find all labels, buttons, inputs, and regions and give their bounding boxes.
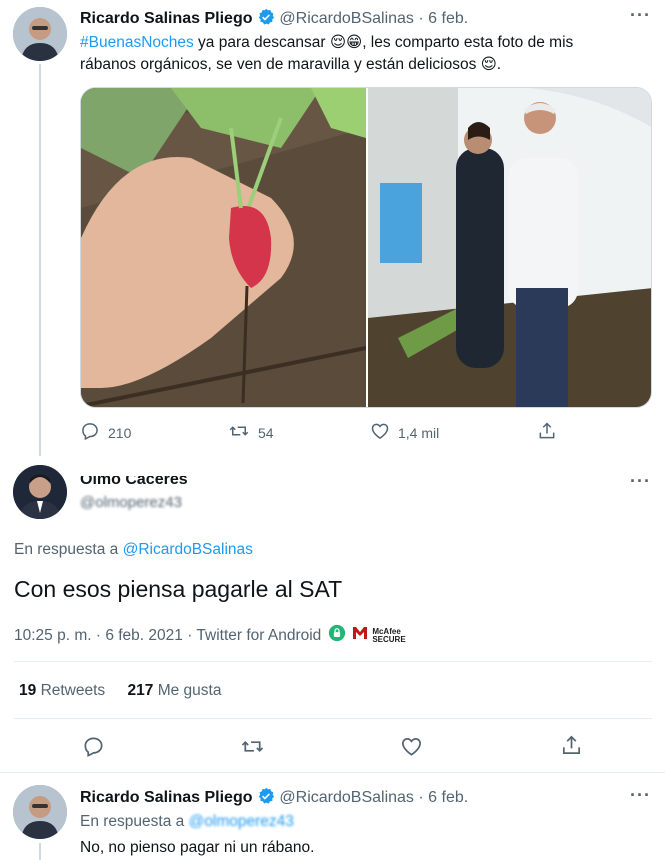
reply-prefix: En respuesta a	[14, 541, 123, 558]
mcafee-secure: SECURE	[372, 634, 406, 644]
engagement-stats: 19 Retweets 217 Me gusta	[19, 682, 221, 700]
mcafee-badge: McAfee SECURE	[372, 627, 406, 644]
reply-icon[interactable]	[82, 735, 105, 763]
retweets-stat[interactable]: 19 Retweets	[19, 682, 110, 699]
more-icon[interactable]: ···	[630, 5, 651, 26]
likes-stat[interactable]: 217 Me gusta	[128, 682, 222, 699]
tweet-text: No, no pienso pagar ni un rábano.	[80, 839, 315, 856]
divider	[14, 718, 652, 719]
tweet-text: Con esos piensa pagarle al SAT	[14, 576, 343, 602]
share-icon	[537, 421, 557, 444]
verified-icon	[257, 787, 275, 810]
likes-label: Me gusta	[157, 682, 222, 699]
avatar[interactable]	[13, 7, 67, 61]
more-icon[interactable]: ···	[630, 471, 651, 492]
retweet-count: 54	[258, 424, 274, 441]
thread-line	[39, 64, 41, 456]
tweet-text-line: rábanos orgánicos, se ven de maravilla y…	[80, 56, 502, 73]
share-icon[interactable]	[560, 734, 583, 762]
retweets-label: Retweets	[40, 682, 106, 699]
more-icon[interactable]: ···	[630, 785, 651, 806]
greenhouse-photo[interactable]	[368, 88, 651, 407]
tweet-meta: 10:25 p. m. · 6 feb. 2021 · Twitter for …	[14, 624, 406, 647]
reply-context: En respuesta a @olmoperez43	[80, 813, 294, 831]
tweet-date[interactable]: · 6 feb.	[418, 789, 468, 806]
tweet-text-part: ya para descansar 😌😁, les comparto esta …	[193, 34, 574, 51]
thread-line	[39, 843, 41, 860]
author-name[interactable]: Ricardo Salinas Pliego	[80, 10, 253, 27]
reply-to-link[interactable]: @RicardoBSalinas	[123, 541, 253, 558]
tweet-date[interactable]: · 6 feb.	[418, 10, 468, 27]
reply-button[interactable]: 210	[80, 421, 131, 444]
like-icon	[370, 421, 390, 444]
divider	[0, 772, 665, 773]
reply-icon	[80, 421, 100, 444]
retweets-count: 19	[19, 682, 37, 699]
author-handle[interactable]: @RicardoBSalinas	[279, 789, 414, 806]
author-name[interactable]: Olmo Cáceres	[80, 476, 188, 489]
tweet-header: Ricardo Salinas Pliego @RicardoBSalinas …	[80, 787, 468, 810]
avatar[interactable]	[13, 785, 67, 839]
retweet-button[interactable]: 54	[228, 421, 274, 444]
hashtag-link[interactable]: #BuenasNoches	[80, 34, 194, 51]
author-handle[interactable]: @RicardoBSalinas	[279, 10, 414, 27]
share-button[interactable]	[537, 421, 557, 444]
reply-to-link[interactable]: @olmoperez43	[189, 813, 294, 830]
author-handle[interactable]: @olmoperez43	[80, 494, 182, 511]
mcafee-icon	[352, 625, 368, 646]
radish-photo[interactable]	[81, 88, 367, 407]
retweet-icon[interactable]	[240, 735, 265, 763]
likes-count: 217	[127, 682, 154, 699]
lock-icon	[328, 624, 346, 647]
tweet-header: Ricardo Salinas Pliego @RicardoBSalinas …	[80, 8, 468, 31]
tweet-timestamp[interactable]: 10:25 p. m. · 6 feb. 2021 · Twitter for …	[14, 627, 321, 645]
reply-count: 210	[108, 424, 132, 441]
retweet-icon	[228, 421, 250, 444]
reply-context: En respuesta a @RicardoBSalinas	[14, 541, 253, 559]
like-button[interactable]: 1,4 mil	[370, 421, 439, 444]
avatar[interactable]	[13, 465, 67, 519]
like-icon[interactable]	[400, 735, 423, 763]
like-count: 1,4 mil	[398, 424, 440, 441]
tweet-text: #BuenasNoches ya para descansar 😌😁, les …	[80, 32, 650, 76]
media-grid	[80, 87, 652, 408]
reply-prefix: En respuesta a	[80, 813, 189, 830]
author-name[interactable]: Ricardo Salinas Pliego	[80, 789, 253, 806]
divider	[14, 661, 652, 662]
verified-icon	[257, 8, 275, 31]
